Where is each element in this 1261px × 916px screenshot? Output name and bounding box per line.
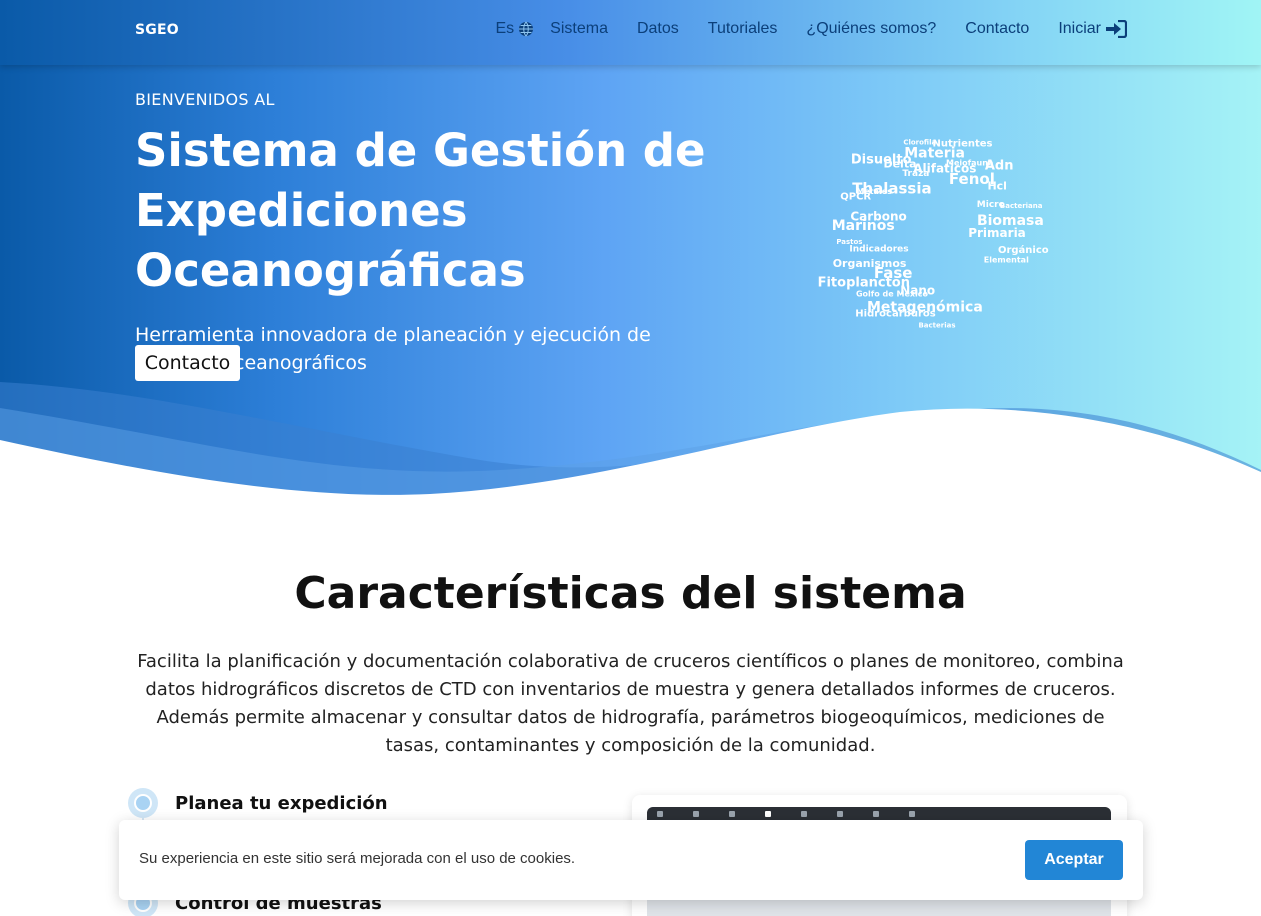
accept-cookies-button[interactable]: Aceptar (1025, 840, 1123, 880)
cookie-banner: Su experiencia en este sitio será mejora… (119, 820, 1143, 900)
word-cloud-word: Pastos (836, 238, 862, 246)
toolbar-icon (837, 811, 843, 817)
language-selector[interactable]: Es (496, 20, 535, 38)
hero-section: SGEO Es Sistema Datos Tutoriales ¿Quiéne… (0, 0, 1261, 500)
features-title: Características del sistema (294, 568, 967, 619)
contact-button[interactable]: Contacto (135, 345, 240, 381)
toolbar-icon (909, 811, 915, 817)
word-cloud-word: Nutrientes (932, 139, 992, 150)
word-cloud-word: Primaria (968, 226, 1026, 240)
toolbar-icon (657, 811, 663, 817)
word-cloud-word: Bacteriana (1000, 202, 1043, 210)
word-cloud-word: Carbono (850, 210, 906, 224)
toolbar-icon (765, 811, 771, 817)
brand-logo[interactable]: SGEO (135, 22, 179, 38)
nav-item-datos[interactable]: Datos (637, 20, 679, 38)
word-cloud-word: Bacterias (918, 321, 955, 329)
word-cloud-image: BacteriasMetagenómicaNanoHidrocarburosGo… (818, 138, 1049, 329)
word-cloud-word: Organismos (833, 257, 907, 270)
hero-text: BIENVENIDOS AL Sistema de Gestión de Exp… (135, 90, 835, 377)
toolbar-icon (873, 811, 879, 817)
feature-step-plan[interactable]: Planea tu expedición (128, 788, 388, 818)
word-cloud-word: Fitoplancton (818, 275, 910, 290)
cookie-message: Su experiencia en este sitio será mejora… (139, 850, 576, 867)
toolbar-icon (693, 811, 699, 817)
nav-item-sistema[interactable]: Sistema (550, 20, 608, 38)
features-description: Facilita la planificación y documentació… (137, 651, 1124, 756)
sign-in-icon (1105, 20, 1127, 38)
top-navbar: SGEO Es Sistema Datos Tutoriales ¿Quiéne… (0, 0, 1261, 65)
nav-links: Es Sistema Datos Tutoriales ¿Quiénes som… (496, 20, 1127, 38)
word-cloud-word: Thalassia (852, 180, 931, 198)
login-link[interactable]: Iniciar (1058, 20, 1127, 38)
nav-item-tutoriales[interactable]: Tutoriales (708, 20, 778, 38)
hero-wave-divider (0, 382, 1261, 500)
preview-toolbar (647, 807, 1111, 821)
toolbar-icon (801, 811, 807, 817)
timeline-dot-icon (128, 788, 158, 818)
toolbar-icon (729, 811, 735, 817)
word-cloud-word: Adn (985, 159, 1014, 174)
hero-title: Sistema de Gestión de Expediciones Ocean… (135, 124, 706, 297)
step-label: Planea tu expedición (175, 792, 388, 814)
nav-item-quienes-somos[interactable]: ¿Quiénes somos? (806, 20, 936, 38)
language-label: Es (495, 20, 515, 37)
word-cloud-word: Elemental (984, 255, 1029, 264)
login-label: Iniciar (1058, 20, 1101, 37)
nav-item-contacto[interactable]: Contacto (965, 20, 1029, 38)
word-cloud-word: Hcl (987, 180, 1007, 193)
word-cloud-word: Orgánico (998, 244, 1049, 256)
word-cloud-word: Hidrocarburos (855, 309, 935, 320)
globe-icon (518, 21, 534, 37)
hero-welcome: BIENVENIDOS AL (135, 90, 275, 109)
